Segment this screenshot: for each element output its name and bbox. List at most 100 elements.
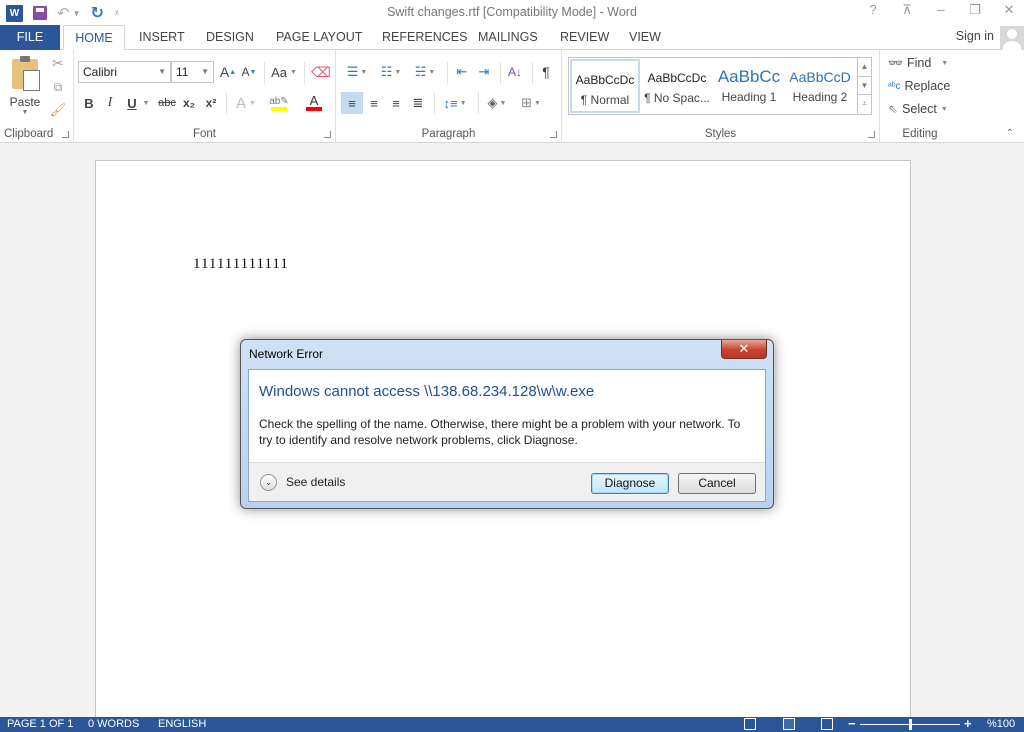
word-count[interactable]: 0 WORDS xyxy=(88,718,139,730)
paragraph-launcher-icon[interactable] xyxy=(550,131,557,138)
multilevel-list-icon[interactable]: ☵ ▼ xyxy=(410,62,440,82)
italic-button[interactable]: I xyxy=(102,94,118,112)
diagnose-button[interactable]: Diagnose xyxy=(591,473,669,494)
more-styles-icon[interactable]: ⩡ xyxy=(858,95,871,114)
clipboard-icon xyxy=(12,55,40,91)
divider xyxy=(304,62,305,84)
font-name-combo[interactable]: Calibri ▼ xyxy=(78,61,171,83)
tab-references[interactable]: REFERENCES xyxy=(372,25,477,50)
dialog-close-button[interactable]: ✕ xyxy=(721,340,767,359)
replace-button[interactable]: ᵃᵇc Replace xyxy=(888,79,950,93)
replace-label: Replace xyxy=(904,79,951,93)
bullets-icon[interactable]: ☰ ▼ xyxy=(342,62,372,82)
underline-dropdown-icon[interactable]: ▼ xyxy=(142,94,150,112)
read-mode-icon[interactable] xyxy=(744,718,756,730)
minimize-icon[interactable]: – xyxy=(932,2,950,18)
font-size-combo[interactable]: 11 ▼ xyxy=(171,61,214,83)
scroll-down-icon[interactable]: ▼ xyxy=(858,77,871,96)
align-right-icon[interactable]: ≡ xyxy=(386,92,406,114)
select-button[interactable]: ⇖ Select ▼ xyxy=(888,102,948,116)
paste-label: Paste xyxy=(9,94,41,109)
tab-view[interactable]: VIEW xyxy=(619,25,671,50)
increase-indent-icon[interactable]: ⇥ xyxy=(474,62,494,82)
ribbon-tabs: FILE HOME INSERT DESIGN PAGE LAYOUT REFE… xyxy=(0,25,1024,51)
align-center-icon[interactable]: ≡ xyxy=(364,92,384,114)
justify-icon[interactable]: ≣ xyxy=(408,92,428,114)
borders-icon[interactable]: ⊞ ▼ xyxy=(516,92,546,114)
decrease-indent-icon[interactable]: ⇤ xyxy=(452,62,472,82)
close-icon[interactable]: ✕ xyxy=(1000,2,1018,18)
zoom-slider-thumb[interactable] xyxy=(909,719,912,730)
show-formatting-marks-icon[interactable]: ¶ xyxy=(536,62,556,82)
avatar[interactable] xyxy=(1000,26,1024,50)
font-name-value: Calibri xyxy=(83,65,118,79)
style-heading-2[interactable]: AaBbCcD Heading 2 xyxy=(785,59,855,113)
sign-in-link[interactable]: Sign in xyxy=(956,29,994,43)
superscript-button[interactable]: x² xyxy=(202,94,220,112)
numbering-icon[interactable]: ☷ ▼ xyxy=(376,62,406,82)
paste-dropdown-icon: ▼ xyxy=(21,108,29,116)
see-details-toggle[interactable]: See details xyxy=(286,475,345,489)
format-painter-icon[interactable]: 🖌 xyxy=(50,101,67,119)
tab-file[interactable]: FILE xyxy=(0,25,60,50)
underline-button[interactable]: U xyxy=(124,94,140,112)
align-left-icon[interactable]: ≡ xyxy=(341,92,363,114)
line-spacing-icon[interactable]: ↕≡ ▼ xyxy=(440,92,470,114)
shading-icon[interactable]: ◈ ▼ xyxy=(482,92,512,114)
change-case-button[interactable]: Aa ▼ xyxy=(269,63,299,81)
text-effects-button[interactable]: A ▼ xyxy=(232,94,260,112)
document-text[interactable]: 111111111111 xyxy=(193,256,289,273)
zoom-out-icon[interactable]: − xyxy=(848,716,856,731)
web-layout-icon[interactable] xyxy=(821,718,833,730)
divider xyxy=(264,62,265,84)
dialog-footer: ⌄ See details Diagnose Cancel xyxy=(249,462,765,501)
expand-details-icon[interactable]: ⌄ xyxy=(260,474,277,491)
dialog-body: Windows cannot access \\138.68.234.128\w… xyxy=(248,369,766,502)
editing-label: Editing xyxy=(902,128,938,140)
bold-button[interactable]: B xyxy=(81,94,97,112)
font-launcher-icon[interactable] xyxy=(324,131,331,138)
print-layout-icon[interactable] xyxy=(783,718,795,730)
find-button[interactable]: 👓 Find ▼ xyxy=(888,56,948,70)
sort-icon[interactable]: A↓ xyxy=(505,62,525,82)
style-normal[interactable]: AaBbCcDc ¶ Normal xyxy=(570,59,640,113)
status-bar: PAGE 1 OF 1 0 WORDS ENGLISH − + %100 xyxy=(0,716,1024,732)
highlight-color-button[interactable]: ab✎ xyxy=(264,94,294,112)
divider xyxy=(478,92,479,114)
tab-insert[interactable]: INSERT xyxy=(129,25,195,50)
tab-review[interactable]: REVIEW xyxy=(550,25,619,50)
zoom-in-icon[interactable]: + xyxy=(964,716,972,731)
style-no-spacing[interactable]: AaBbCcDc ¶ No Spac... xyxy=(642,59,712,113)
clear-formatting-icon[interactable]: ⌫ xyxy=(311,63,331,81)
styles-launcher-icon[interactable] xyxy=(868,131,875,138)
tab-home[interactable]: HOME xyxy=(63,25,125,51)
ribbon-display-options-icon[interactable]: ⊼ xyxy=(898,2,916,18)
tab-mailings[interactable]: MAILINGS xyxy=(468,25,548,50)
cancel-button[interactable]: Cancel xyxy=(678,473,756,494)
zoom-level[interactable]: %100 xyxy=(987,718,1015,730)
dialog-main-instruction: Windows cannot access \\138.68.234.128\w… xyxy=(259,383,595,400)
clipboard-launcher-icon[interactable] xyxy=(62,131,69,138)
paste-button[interactable]: Paste ▼ xyxy=(4,54,46,120)
font-size-value: 11 xyxy=(176,65,189,79)
subscript-button[interactable]: x₂ xyxy=(180,94,198,112)
close-icon: ✕ xyxy=(738,341,750,356)
scroll-up-icon[interactable]: ▲ xyxy=(858,58,871,77)
strikethrough-button[interactable]: abc xyxy=(156,94,178,112)
dialog-title: Network Error xyxy=(249,347,324,361)
language[interactable]: ENGLISH xyxy=(158,718,206,730)
grow-font-icon[interactable]: A ▲ xyxy=(219,63,237,81)
font-color-button[interactable]: A xyxy=(299,94,329,112)
tab-page-layout[interactable]: PAGE LAYOUT xyxy=(266,25,372,50)
restore-icon[interactable]: ❐ xyxy=(966,2,984,18)
help-icon[interactable]: ? xyxy=(864,2,882,18)
font-label: Font xyxy=(192,128,216,140)
collapse-ribbon-icon[interactable]: ⌃ xyxy=(1006,128,1014,139)
page-count[interactable]: PAGE 1 OF 1 xyxy=(7,718,73,730)
copy-icon[interactable]: ⧉ xyxy=(50,78,66,96)
shrink-font-icon[interactable]: A ▼ xyxy=(240,63,258,81)
cut-icon[interactable]: ✂ xyxy=(50,54,66,72)
style-name: ¶ Normal xyxy=(580,93,630,107)
style-heading-1[interactable]: AaBbCc Heading 1 xyxy=(714,59,784,113)
tab-design[interactable]: DESIGN xyxy=(196,25,264,50)
